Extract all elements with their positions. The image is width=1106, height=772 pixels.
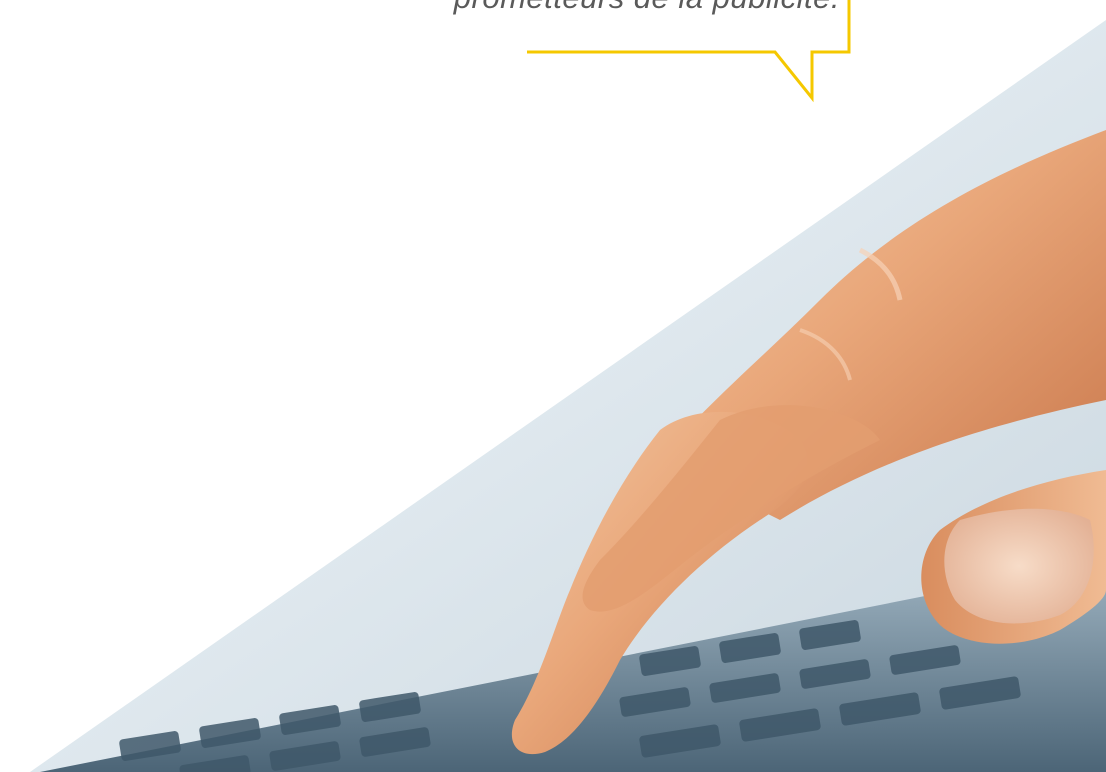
quote-text: prometteurs de la publicité. xyxy=(300,0,840,16)
page: prometteurs de la publicité. xyxy=(0,0,1106,772)
speech-bubble-outline xyxy=(527,0,851,103)
